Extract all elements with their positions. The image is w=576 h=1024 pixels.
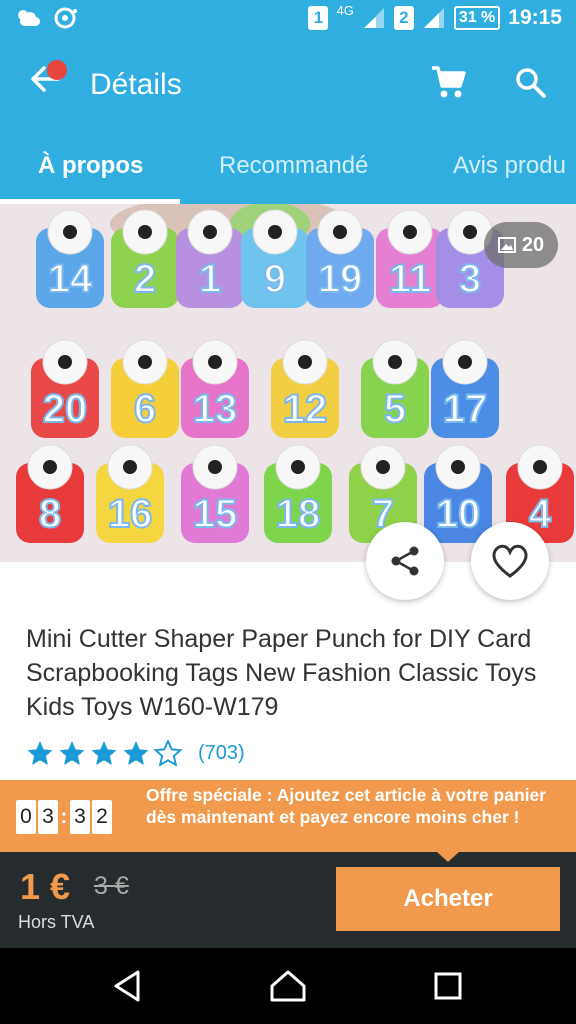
star-empty-icon <box>154 740 182 766</box>
punch-number: 9 <box>264 257 286 301</box>
cart-icon <box>432 66 466 98</box>
square-recents-icon <box>434 972 462 1000</box>
punch-number: 5 <box>384 387 406 431</box>
image-icon <box>497 237 516 253</box>
punch-number: 19 <box>318 257 363 301</box>
record-icon <box>54 7 77 29</box>
tax-label: Hors TVA <box>18 912 95 932</box>
favorite-button[interactable] <box>471 522 549 600</box>
clock: 19:15 <box>508 6 562 29</box>
punch-number: 3 <box>459 257 481 301</box>
buy-button[interactable]: Acheter <box>336 867 560 931</box>
tab-bar: À propos Recommandé Avis produ <box>0 130 576 204</box>
punch-number: 1 <box>199 257 221 301</box>
countdown-digit: 3 <box>70 800 90 834</box>
promo-caret <box>437 852 459 862</box>
punch-number: 16 <box>108 492 153 536</box>
tab-recommended[interactable]: Recommandé <box>219 152 368 180</box>
promo-text: Offre spéciale : Ajoutez cet article à v… <box>146 785 547 827</box>
product-image[interactable]: 14 2 1 9 19 11 3 20 6 13 12 5 17 8 16 15 18 7 10 4 20 <box>0 204 576 562</box>
search-button[interactable] <box>513 65 549 101</box>
battery-indicator: 31 % <box>453 6 501 30</box>
punch-number: 13 <box>193 387 238 431</box>
tab-reviews[interactable]: Avis produ <box>453 152 566 180</box>
signal-icon <box>423 8 444 28</box>
share-icon <box>391 546 419 576</box>
network-type: 4G <box>336 2 354 18</box>
punch-number: 15 <box>193 492 238 536</box>
punch-number: 20 <box>43 387 88 431</box>
punch-number: 11 <box>389 257 431 301</box>
photo-count-badge[interactable]: 20 <box>484 222 558 268</box>
punch-number: 6 <box>134 387 156 431</box>
tab-about[interactable]: À propos <box>38 152 143 180</box>
purchase-bar: 1 € 3 € Hors TVA Acheter <box>0 852 576 948</box>
triangle-back-icon <box>114 970 140 1002</box>
punch-number: 2 <box>134 257 156 301</box>
countdown-digit: 2 <box>92 800 112 834</box>
countdown-digit: 0 <box>16 800 36 834</box>
punch-number: 17 <box>443 387 488 431</box>
punch-number: 10 <box>436 492 481 536</box>
photo-count: 20 <box>521 233 545 256</box>
home-icon <box>270 970 306 1002</box>
product-title: Mini Cutter Shaper Paper Punch for DIY C… <box>26 625 537 721</box>
countdown-timer: 0 3 : 3 2 <box>16 800 112 834</box>
share-button[interactable] <box>366 522 444 600</box>
signal-icon <box>363 8 384 28</box>
countdown-digit: 3 <box>38 800 58 834</box>
punch-number: 8 <box>39 492 61 536</box>
app-bar: Détails <box>0 38 576 130</box>
weather-icon <box>18 10 40 26</box>
page-title: Détails <box>90 68 182 101</box>
cart-button[interactable] <box>430 64 466 100</box>
sim1-icon: 1 <box>308 6 329 30</box>
rating-stars <box>26 740 182 766</box>
promo-banner[interactable]: 0 3 : 3 2 Offre spéciale : Ajoutez cet a… <box>0 780 576 852</box>
star-filled-icon <box>27 741 53 765</box>
price: 1 € <box>20 866 71 907</box>
nav-back-button[interactable] <box>108 966 148 1006</box>
sim2-icon: 2 <box>393 6 414 30</box>
rating[interactable]: (703) <box>26 740 245 766</box>
star-filled-icon <box>91 741 117 765</box>
punch-number: 12 <box>283 387 328 431</box>
search-icon <box>516 68 546 98</box>
old-price: 3 € <box>94 872 129 900</box>
star-filled-icon <box>123 741 149 765</box>
star-filled-icon <box>59 741 85 765</box>
heart-icon <box>492 544 528 578</box>
system-nav-bar <box>0 948 576 1024</box>
review-count[interactable]: (703) <box>198 742 245 765</box>
nav-home-button[interactable] <box>268 966 308 1006</box>
punch-number: 14 <box>48 257 93 301</box>
punch-number: 18 <box>276 492 321 536</box>
notification-dot <box>47 60 67 80</box>
countdown-separator: : <box>60 805 68 828</box>
status-bar: 1 4G 2 31 % 19:15 <box>0 0 576 38</box>
nav-recents-button[interactable] <box>428 966 468 1006</box>
